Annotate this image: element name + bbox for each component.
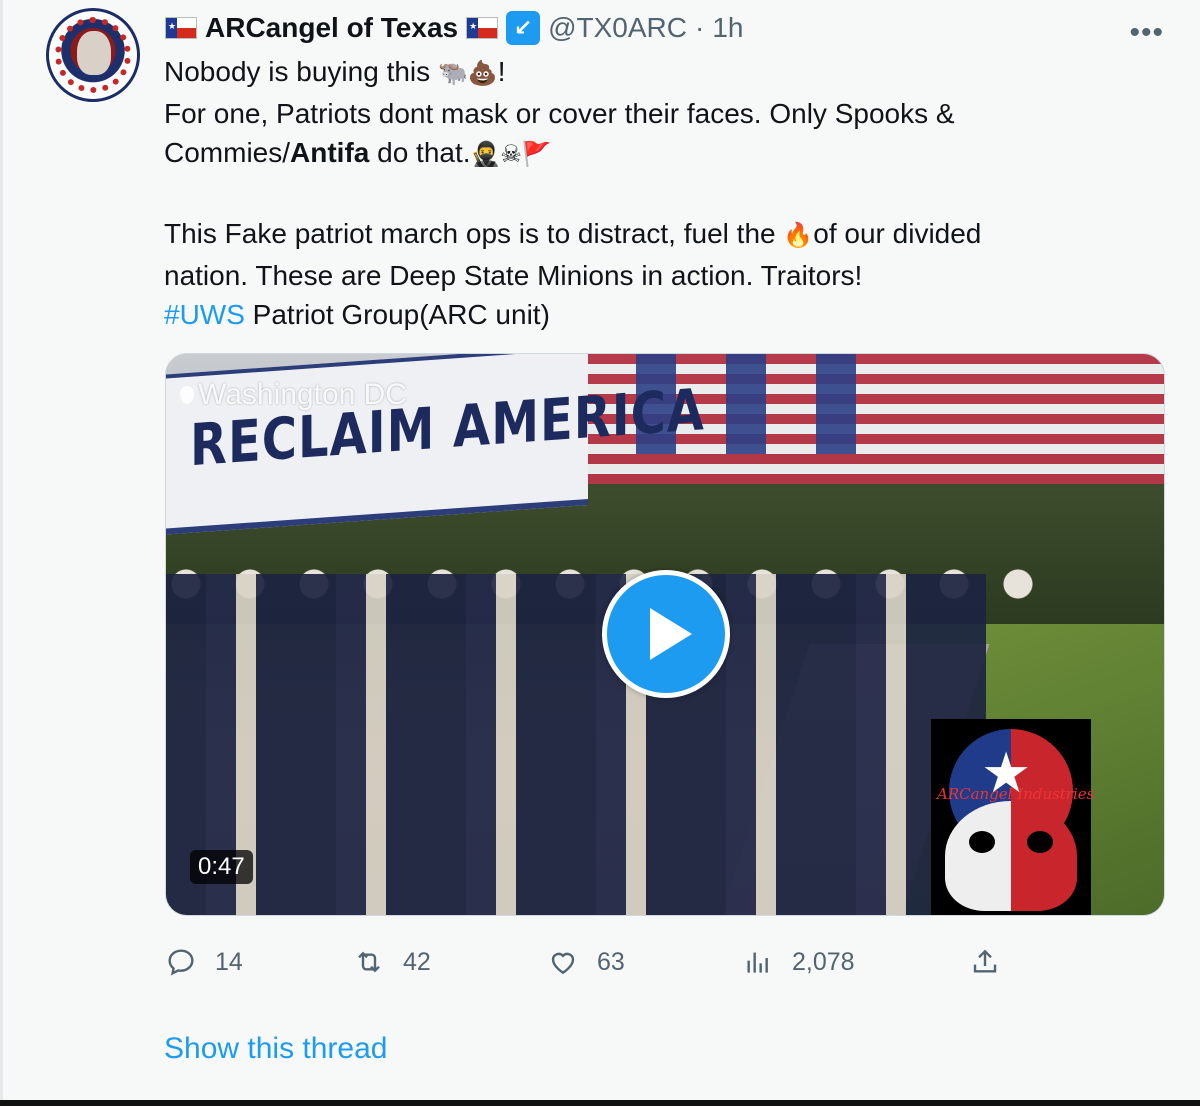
bold-text: Antifa — [290, 137, 370, 168]
location-label: Washington DC — [180, 378, 407, 412]
chile-flag-icon: ★ — [165, 17, 197, 39]
video-crowd — [166, 574, 986, 915]
tweet-header: ★ ARCangel of Texas ★ ↙ @TX0ARC · 1h — [165, 10, 743, 46]
text-segment: Commies/ — [164, 137, 291, 168]
chile-flag-icon: ★ — [466, 17, 499, 39]
action-bar: 14 42 63 2,078 — [165, 940, 1035, 984]
views-icon — [747, 952, 768, 973]
user-handle[interactable]: @TX0ARC — [548, 12, 687, 44]
play-button[interactable] — [602, 570, 730, 698]
fire-emoji: 🔥 — [783, 221, 814, 249]
reply-count: 14 — [215, 947, 243, 976]
skull-eye — [1027, 831, 1053, 853]
text-line: This Fake patriot march ops is to distra… — [164, 214, 1144, 256]
divider — [0, 0, 3, 1100]
text-line: Nobody is buying this 🐃💩! — [164, 52, 1144, 94]
views-button[interactable]: 2,078 — [742, 940, 855, 984]
tweet-card[interactable]: ★ ARCangel of Texas ★ ↙ @TX0ARC · 1h •••… — [0, 0, 1200, 1100]
timestamp[interactable]: 1h — [712, 12, 743, 44]
share-button[interactable] — [969, 940, 1001, 984]
text-segment: Nobody is buying this — [164, 56, 438, 87]
logo-script: ARCangel Industries — [937, 785, 1095, 803]
text-segment: ! — [497, 56, 506, 87]
share-icon — [973, 949, 997, 973]
overlay-logo: ★ ARCangel Industries — [931, 719, 1095, 915]
like-count: 63 — [597, 947, 625, 976]
like-button[interactable]: 63 — [547, 940, 625, 984]
views-count: 2,078 — [792, 947, 855, 976]
play-icon — [650, 608, 692, 660]
verified-badge-icon: ↙ — [506, 11, 541, 45]
emoji: 🥷☠🚩 — [470, 140, 552, 168]
retweet-icon — [358, 951, 380, 973]
avatar[interactable] — [46, 8, 140, 102]
emoji: 🐃💩 — [437, 59, 498, 87]
text-line: For one, Patriots dont mask or cover the… — [164, 97, 955, 129]
text-segment: This Fake patriot march ops is to distra… — [164, 218, 784, 249]
bottom-divider — [0, 1100, 1200, 1106]
separator-dot: · — [695, 12, 705, 43]
location-text: Washington DC — [198, 378, 407, 411]
text-segment: do that. — [369, 137, 471, 168]
heart-icon — [551, 952, 575, 975]
retweet-count: 42 — [403, 947, 431, 976]
text-segment: Patriot Group(ARC unit) — [244, 299, 550, 330]
location-pin-icon — [180, 386, 194, 404]
text-line: nation. These are Deep State Minions in … — [164, 259, 863, 291]
video-duration: 0:47 — [190, 850, 253, 884]
avatar-face — [77, 31, 111, 75]
video-player[interactable]: RECLAIM AMERICA Washington DC ★ ARCangel… — [165, 353, 1165, 916]
display-name[interactable]: ARCangel of Texas — [205, 12, 458, 44]
show-thread-link[interactable]: Show this thread — [164, 1032, 387, 1066]
skull-eye — [969, 831, 995, 853]
more-options-icon[interactable]: ••• — [1129, 18, 1164, 48]
reply-icon — [168, 949, 194, 976]
retweet-button[interactable]: 42 — [353, 940, 431, 984]
skull-icon — [945, 801, 1077, 911]
tweet-text: Nobody is buying this 🐃💩! For one, Patri… — [164, 52, 1144, 335]
text-segment: of our divided — [813, 218, 982, 249]
reply-button[interactable]: 14 — [165, 940, 243, 984]
text-line: #UWS Patriot Group(ARC unit) — [164, 295, 1144, 335]
hashtag-link[interactable]: #UWS — [164, 299, 245, 330]
text-line: Commies/Antifa do that.🥷☠🚩 — [164, 133, 1144, 175]
